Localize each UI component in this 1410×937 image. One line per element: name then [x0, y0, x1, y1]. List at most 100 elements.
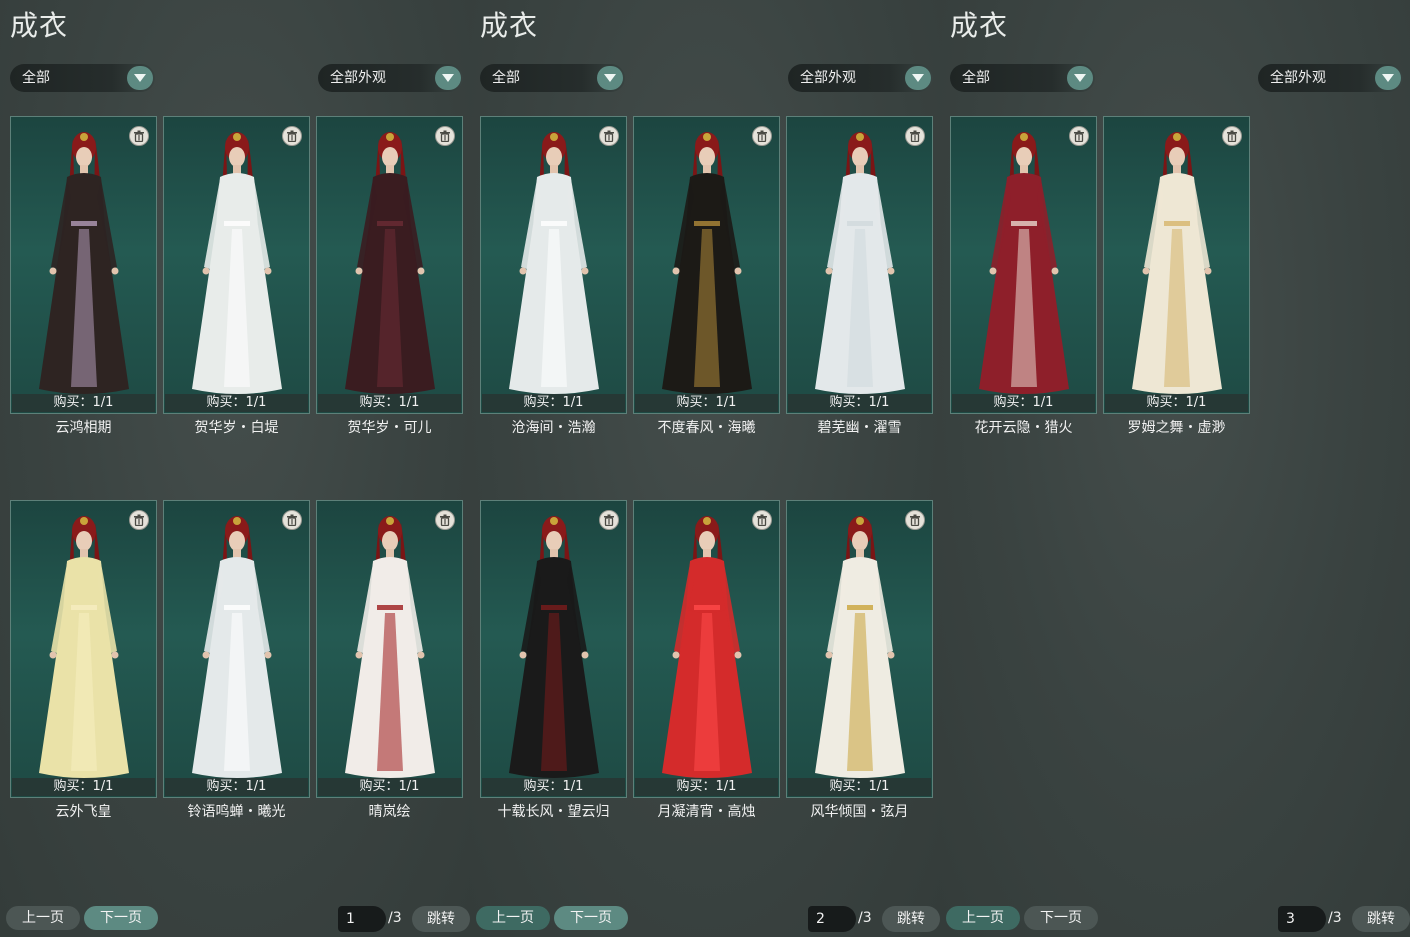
prev-page-button[interactable]: 上一页 — [6, 906, 80, 930]
next-page-button[interactable]: 下一页 — [1024, 906, 1098, 930]
outfit-name: 贺华岁・可儿 — [347, 420, 432, 436]
outfit-name: 云外飞皇 — [55, 804, 112, 820]
purchase-count: 购买：1/1 — [635, 394, 778, 412]
purchase-count: 购买：1/1 — [482, 394, 625, 412]
trash-icon[interactable] — [1222, 126, 1242, 146]
outfit-preview-image — [345, 132, 435, 394]
chevron-down-icon[interactable] — [127, 66, 153, 90]
outfit-preview-image — [1132, 132, 1222, 394]
page-total: /3 — [1328, 910, 1342, 926]
panel-title: 成衣 — [10, 9, 69, 42]
outfit-card[interactable]: 购买：1/1 — [480, 116, 627, 414]
appearance-filter-dropdown[interactable]: 全部外观 — [318, 64, 463, 92]
outfit-name: 风华倾国・弦月 — [810, 804, 909, 820]
trash-icon[interactable] — [129, 126, 149, 146]
appearance-filter-label: 全部外观 — [1270, 70, 1326, 86]
outfit-card[interactable]: 购买：1/1 — [10, 500, 157, 798]
outfit-card[interactable]: 购买：1/1 — [786, 500, 933, 798]
category-filter-label: 全部 — [962, 70, 990, 86]
page-total: /3 — [388, 910, 402, 926]
trash-icon[interactable] — [905, 510, 925, 530]
purchase-count: 购买：1/1 — [952, 394, 1095, 412]
purchase-count: 购买：1/1 — [1105, 394, 1248, 412]
appearance-filter-dropdown[interactable]: 全部外观 — [788, 64, 933, 92]
category-filter-dropdown[interactable]: 全部 — [480, 64, 625, 92]
appearance-filter-label: 全部外观 — [330, 70, 386, 86]
page-number-input[interactable]: 3 — [1278, 906, 1326, 932]
outfit-name: 不度春风・海曦 — [657, 420, 756, 436]
purchase-count: 购买：1/1 — [165, 778, 308, 796]
chevron-down-icon[interactable] — [597, 66, 623, 90]
prev-page-button[interactable]: 上一页 — [946, 906, 1020, 930]
prev-page-button[interactable]: 上一页 — [476, 906, 550, 930]
outfit-preview-image — [979, 132, 1069, 394]
outfit-preview-image — [815, 516, 905, 778]
trash-icon[interactable] — [752, 126, 772, 146]
outfit-panel-page-1: 成衣 全部 全部外观 购买：1/1 云鸿相期 购买：1/1 贺华岁・白堤 购买：1/1 贺… — [0, 0, 470, 937]
outfit-card[interactable]: 购买：1/1 — [163, 500, 310, 798]
chevron-down-icon[interactable] — [435, 66, 461, 90]
purchase-count: 购买：1/1 — [165, 394, 308, 412]
outfit-panel-page-2: 成衣 全部 全部外观 购买：1/1 沧海间・浩瀚 购买：1/1 不度春风・海曦 购买：1… — [470, 0, 940, 937]
purchase-count: 购买：1/1 — [788, 778, 931, 796]
category-filter-dropdown[interactable]: 全部 — [10, 64, 155, 92]
outfit-name: 云鸿相期 — [55, 420, 112, 436]
purchase-count: 购买：1/1 — [635, 778, 778, 796]
next-page-button[interactable]: 下一页 — [84, 906, 158, 930]
outfit-card[interactable]: 购买：1/1 — [633, 500, 780, 798]
trash-icon[interactable] — [435, 510, 455, 530]
chevron-down-icon[interactable] — [1375, 66, 1401, 90]
chevron-down-icon[interactable] — [905, 66, 931, 90]
outfit-preview-image — [39, 132, 129, 394]
outfit-card[interactable]: 购买：1/1 — [10, 116, 157, 414]
trash-icon[interactable] — [282, 510, 302, 530]
purchase-count: 购买：1/1 — [482, 778, 625, 796]
outfit-card[interactable]: 购买：1/1 — [633, 116, 780, 414]
outfit-name: 晴岚绘 — [368, 804, 411, 820]
outfit-preview-image — [192, 132, 282, 394]
outfit-card[interactable]: 购买：1/1 — [950, 116, 1097, 414]
outfit-name: 贺华岁・白堤 — [194, 420, 279, 436]
purchase-count: 购买：1/1 — [12, 778, 155, 796]
page-number-input[interactable]: 2 — [808, 906, 856, 932]
purchase-count: 购买：1/1 — [12, 394, 155, 412]
panel-title: 成衣 — [950, 9, 1009, 42]
trash-icon[interactable] — [599, 126, 619, 146]
trash-icon[interactable] — [435, 126, 455, 146]
outfit-name: 罗姆之舞・虚渺 — [1127, 420, 1226, 436]
panel-title: 成衣 — [480, 9, 539, 42]
trash-icon[interactable] — [599, 510, 619, 530]
appearance-filter-label: 全部外观 — [800, 70, 856, 86]
outfit-preview-image — [345, 516, 435, 778]
category-filter-label: 全部 — [22, 70, 50, 86]
outfit-card[interactable]: 购买：1/1 — [786, 116, 933, 414]
appearance-filter-dropdown[interactable]: 全部外观 — [1258, 64, 1403, 92]
trash-icon[interactable] — [282, 126, 302, 146]
outfit-preview-image — [192, 516, 282, 778]
jump-button[interactable]: 跳转 — [1352, 906, 1410, 932]
purchase-count: 购买：1/1 — [318, 778, 461, 796]
purchase-count: 购买：1/1 — [788, 394, 931, 412]
jump-button[interactable]: 跳转 — [412, 906, 470, 932]
outfit-preview-image — [509, 132, 599, 394]
jump-button[interactable]: 跳转 — [882, 906, 940, 932]
trash-icon[interactable] — [129, 510, 149, 530]
outfit-card[interactable]: 购买：1/1 — [1103, 116, 1250, 414]
outfit-preview-image — [39, 516, 129, 778]
chevron-down-icon[interactable] — [1067, 66, 1093, 90]
category-filter-dropdown[interactable]: 全部 — [950, 64, 1095, 92]
trash-icon[interactable] — [905, 126, 925, 146]
trash-icon[interactable] — [1069, 126, 1089, 146]
trash-icon[interactable] — [752, 510, 772, 530]
outfit-card[interactable]: 购买：1/1 — [480, 500, 627, 798]
outfit-name: 月凝清宵・高烛 — [657, 804, 756, 820]
outfit-card[interactable]: 购买：1/1 — [316, 116, 463, 414]
outfit-card[interactable]: 购买：1/1 — [316, 500, 463, 798]
outfit-card[interactable]: 购买：1/1 — [163, 116, 310, 414]
next-page-button[interactable]: 下一页 — [554, 906, 628, 930]
category-filter-label: 全部 — [492, 70, 520, 86]
page-number-input[interactable]: 1 — [338, 906, 386, 932]
outfit-preview-image — [509, 516, 599, 778]
outfit-name: 铃语鸣蝉・曦光 — [187, 804, 286, 820]
outfit-name: 沧海间・浩瀚 — [511, 420, 596, 436]
